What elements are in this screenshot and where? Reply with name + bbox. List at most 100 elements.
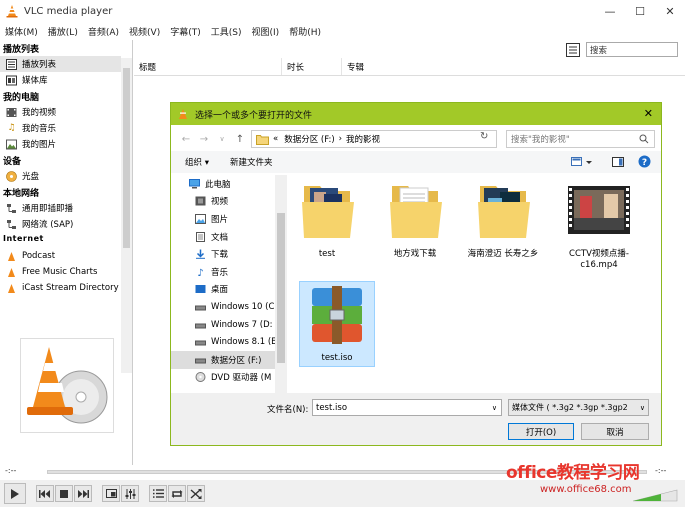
- filename-input[interactable]: test.iso ∨: [312, 399, 502, 416]
- breadcrumb-overflow[interactable]: «: [273, 134, 278, 144]
- nav-item-label: DVD 驱动器 (M: [211, 373, 272, 384]
- file-item-hainan[interactable]: 海南澄迈 长寿之乡: [465, 178, 541, 278]
- file-item-test-iso[interactable]: test.iso: [299, 281, 375, 367]
- sidebar-scrollbar[interactable]: [121, 58, 132, 373]
- column-album[interactable]: 专辑: [342, 58, 685, 75]
- minimize-button[interactable]: —: [595, 0, 625, 22]
- sidebar-item-podcast[interactable]: Podcast: [0, 248, 121, 264]
- menu-audio[interactable]: 音频(A): [83, 25, 124, 38]
- filetype-select[interactable]: 媒体文件 ( *.3g2 *.3gp *.3gp2 ∨: [508, 399, 649, 416]
- download-folder-icon: [196, 249, 205, 259]
- dialog-close-button[interactable]: ✕: [644, 107, 653, 120]
- back-arrow-icon[interactable]: ←: [177, 134, 195, 145]
- picture-folder-icon: [195, 213, 206, 224]
- organize-button[interactable]: 组织 ▾: [178, 156, 216, 168]
- maximize-button[interactable]: ☐: [625, 0, 655, 22]
- sidebar-item-library[interactable]: 媒体库: [0, 72, 121, 88]
- cancel-button[interactable]: 取消: [581, 423, 649, 440]
- nav-item-drive-e[interactable]: Windows 8.1 (E: [171, 333, 275, 351]
- play-button[interactable]: [4, 483, 26, 504]
- nav-item-documents[interactable]: 文档: [171, 228, 275, 246]
- fullscreen-button[interactable]: [102, 485, 120, 502]
- dropdown-chevron-icon[interactable]: ∨: [213, 135, 231, 143]
- view-options-icon[interactable]: [571, 156, 595, 171]
- next-button[interactable]: [74, 485, 92, 502]
- nav-item-drive-d[interactable]: Windows 7 (D:: [171, 316, 275, 334]
- refresh-icon[interactable]: ↻: [480, 131, 488, 142]
- sidebar-scroll-thumb[interactable]: [123, 68, 130, 248]
- volume-slider[interactable]: [631, 488, 679, 502]
- stop-button[interactable]: [55, 485, 73, 502]
- music-folder-icon: ♪: [197, 268, 203, 277]
- playlist-search-input[interactable]: 搜索: [586, 42, 678, 57]
- breadcrumb-current[interactable]: 我的影视: [346, 133, 380, 145]
- network-icon: [6, 219, 17, 230]
- nav-item-videos[interactable]: 视频: [171, 193, 275, 211]
- address-bar[interactable]: « 数据分区 (F:) › 我的影视: [251, 130, 497, 148]
- dialog-search-input[interactable]: 搜索"我的影视": [506, 130, 655, 148]
- nav-item-drive-f[interactable]: 数据分区 (F:): [171, 350, 275, 369]
- up-arrow-icon[interactable]: ↑: [231, 134, 249, 145]
- sidebar-item-upnp[interactable]: 通用即插即播: [0, 200, 121, 216]
- sidebar-item-free-music-charts[interactable]: Free Music Charts: [0, 264, 121, 280]
- navigation-pane: 此电脑 视频 图片 文档 下载 ♪ 音乐 桌面 Windows 10 (C Wi…: [171, 175, 287, 393]
- nav-item-pictures[interactable]: 图片: [171, 210, 275, 228]
- menu-subtitle[interactable]: 字幕(T): [165, 25, 206, 38]
- menu-help[interactable]: 帮助(H): [284, 25, 326, 38]
- sidebar-item-my-pictures[interactable]: 我的图片: [0, 136, 121, 152]
- nav-item-desktop[interactable]: 桌面: [171, 281, 275, 299]
- sidebar-item-label: 通用即插即播: [22, 204, 74, 214]
- menu-view[interactable]: 视图(I): [247, 25, 285, 38]
- nav-pane-scrollbar[interactable]: [275, 175, 287, 393]
- nav-item-this-pc[interactable]: 此电脑: [171, 175, 275, 193]
- sidebar-item-sap[interactable]: 网络流 (SAP): [0, 216, 121, 232]
- vlc-cone-icon: [179, 109, 187, 119]
- drive-icon: [195, 340, 206, 346]
- sidebar-item-my-videos[interactable]: 我的视频: [0, 104, 121, 120]
- preview-pane-icon[interactable]: [612, 156, 624, 171]
- nav-item-music[interactable]: ♪ 音乐: [171, 263, 275, 281]
- chevron-down-icon[interactable]: ∨: [492, 404, 497, 412]
- column-title[interactable]: 标题: [134, 58, 282, 75]
- sidebar-item-disc[interactable]: 光盘: [0, 168, 121, 184]
- menu-video[interactable]: 视频(V): [124, 25, 165, 38]
- breadcrumb-separator[interactable]: ›: [339, 134, 342, 144]
- menu-playback[interactable]: 播放(L): [43, 25, 83, 38]
- drive-icon: [195, 323, 206, 329]
- column-duration[interactable]: 时长: [282, 58, 342, 75]
- computer-icon: [189, 178, 200, 189]
- file-name: test: [318, 249, 336, 259]
- shuffle-button[interactable]: [187, 485, 205, 502]
- menu-tools[interactable]: 工具(S): [206, 25, 247, 38]
- folder-video-icon: [302, 186, 354, 238]
- file-item-local-opera[interactable]: 地方戏下载: [377, 178, 453, 278]
- svg-text:?: ?: [642, 158, 647, 168]
- sidebar-item-label: 光盘: [22, 172, 40, 182]
- new-folder-button[interactable]: 新建文件夹: [223, 156, 280, 168]
- loop-button[interactable]: [168, 485, 186, 502]
- next-icon: [78, 489, 89, 498]
- extended-settings-button[interactable]: [121, 485, 139, 502]
- nav-item-downloads[interactable]: 下载: [171, 245, 275, 263]
- nav-item-dvd[interactable]: DVD 驱动器 (M: [171, 369, 275, 387]
- file-list: test 地方戏下载 海南澄迈 长寿之乡 CCTV视频点播-c16.mp4 te…: [289, 178, 661, 393]
- help-icon[interactable]: ?: [638, 155, 651, 171]
- sidebar-item-my-music[interactable]: ♫ 我的音乐: [0, 120, 121, 136]
- file-item-cctv-video[interactable]: CCTV视频点播-c16.mp4: [557, 178, 641, 278]
- open-button[interactable]: 打开(O): [508, 423, 574, 440]
- nav-item-drive-c[interactable]: Windows 10 (C: [171, 298, 275, 316]
- nav-pane-scroll-thumb[interactable]: [277, 213, 285, 363]
- chevron-down-icon[interactable]: ∨: [640, 404, 645, 412]
- music-icon: ♫: [7, 123, 16, 133]
- sidebar-item-icast[interactable]: iCast Stream Directory: [0, 280, 121, 296]
- forward-arrow-icon[interactable]: →: [195, 134, 213, 145]
- breadcrumb-drive[interactable]: 数据分区 (F:): [284, 133, 334, 145]
- playlist-toggle-button[interactable]: [149, 485, 167, 502]
- podcast-icon: [6, 251, 17, 262]
- close-button[interactable]: ✕: [655, 0, 685, 22]
- playlist-view-toggle-button[interactable]: [566, 42, 580, 57]
- previous-button[interactable]: [36, 485, 54, 502]
- file-item-test[interactable]: test: [289, 178, 365, 278]
- sidebar-item-playlist[interactable]: 播放列表: [0, 56, 121, 72]
- menu-media[interactable]: 媒体(M): [0, 25, 43, 38]
